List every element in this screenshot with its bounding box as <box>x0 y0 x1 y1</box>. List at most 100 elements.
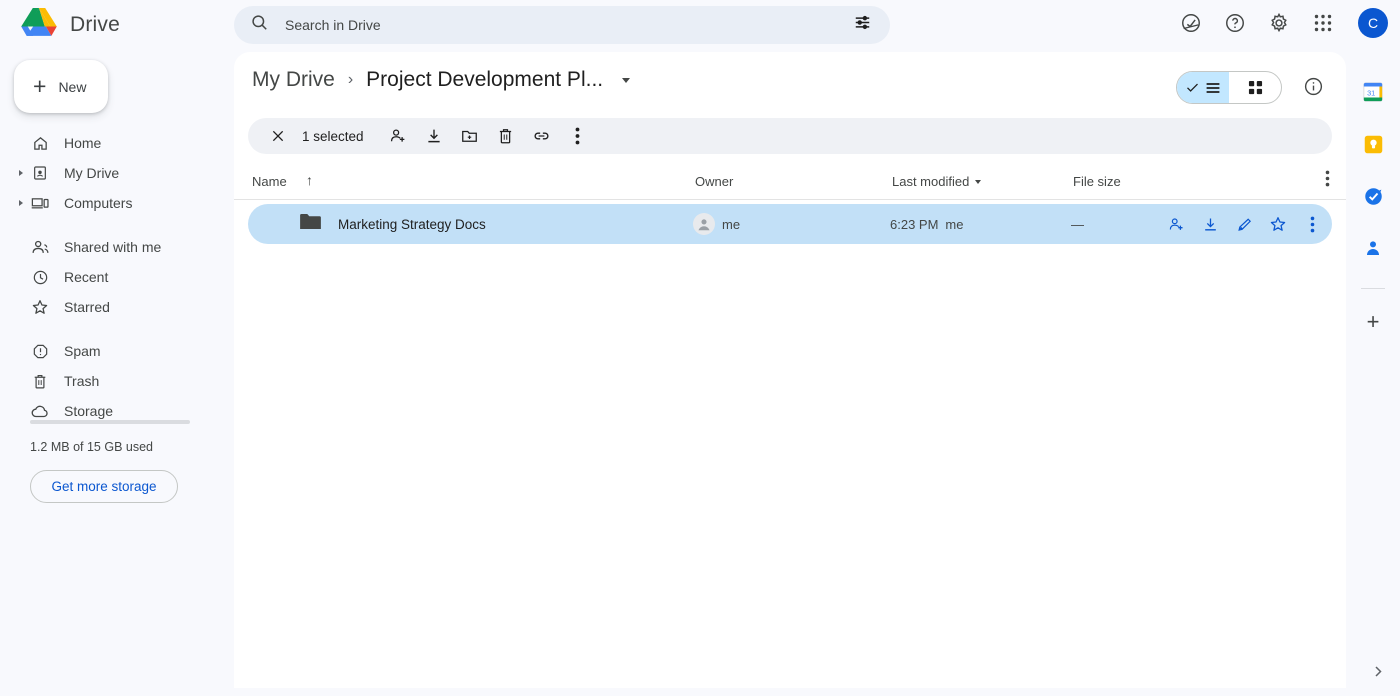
sidebar-item-label: Computers <box>64 195 132 211</box>
download-icon[interactable] <box>1198 212 1222 236</box>
sort-descending-icon <box>975 180 981 184</box>
people-icon <box>30 237 50 257</box>
close-icon[interactable] <box>260 118 296 154</box>
owner-avatar <box>693 213 715 235</box>
chevron-right-icon[interactable] <box>1373 664 1384 682</box>
plus-icon: + <box>33 75 46 98</box>
list-lines-icon <box>1205 81 1221 95</box>
brand-name: Drive <box>70 13 120 37</box>
more-options-icon[interactable] <box>560 118 596 154</box>
breadcrumb-separator: › <box>348 71 353 89</box>
google-keep-icon[interactable] <box>1361 132 1385 156</box>
sidebar-item-computers[interactable]: Computers <box>0 188 218 218</box>
google-tasks-icon[interactable] <box>1361 184 1385 208</box>
sidebar-item-starred[interactable]: Starred <box>0 292 218 322</box>
new-button-label: New <box>58 79 86 95</box>
sidebar-item-trash[interactable]: Trash <box>0 366 218 396</box>
star-icon <box>30 297 50 317</box>
drive-logo-icon <box>20 8 58 42</box>
sidebar-item-my-drive[interactable]: My Drive <box>0 158 218 188</box>
right-side-panel: 31 + <box>1346 52 1400 696</box>
nav-spacer <box>0 322 218 336</box>
edit-pencil-icon[interactable] <box>1232 212 1256 236</box>
share-add-person-icon[interactable] <box>1164 212 1188 236</box>
sidebar-item-spam[interactable]: Spam <box>0 336 218 366</box>
cloud-icon <box>30 401 50 421</box>
nav-spacer <box>0 218 218 232</box>
storage-section: 1.2 MB of 15 GB used Get more storage <box>30 420 195 503</box>
selection-count: 1 selected <box>302 129 364 144</box>
add-app-button[interactable]: + <box>1367 311 1380 333</box>
rail-divider <box>1361 288 1385 289</box>
info-icon[interactable] <box>1303 76 1324 102</box>
view-toggle <box>1176 71 1282 104</box>
clock-icon <box>30 267 50 287</box>
spam-icon <box>30 341 50 361</box>
content-panel: My Drive › Project Development Pl... <box>234 52 1346 688</box>
breadcrumb-current[interactable]: Project Development Pl... <box>366 68 603 92</box>
get-more-storage-button[interactable]: Get more storage <box>30 470 178 503</box>
sidebar-item-label: Shared with me <box>64 239 161 255</box>
breadcrumb: My Drive › Project Development Pl... <box>252 68 630 92</box>
new-button[interactable]: + New <box>14 60 108 113</box>
sidebar-item-label: My Drive <box>64 165 119 181</box>
computers-icon <box>30 193 50 213</box>
selection-toolbar: 1 selected <box>248 118 1332 154</box>
sidebar-item-label: Trash <box>64 373 99 389</box>
column-header-name[interactable]: Name <box>252 174 287 189</box>
drive-app: Drive + New Home <box>0 0 1400 696</box>
move-to-folder-icon[interactable] <box>452 118 488 154</box>
chevron-down-icon[interactable] <box>622 78 630 83</box>
sidebar-item-label: Home <box>64 135 101 151</box>
search-icon <box>250 13 269 37</box>
svg-text:31: 31 <box>1367 89 1375 98</box>
modified-by: me <box>945 217 963 232</box>
sidebar-nav: Home My Drive <box>0 128 218 426</box>
grid-view-button[interactable] <box>1229 72 1281 103</box>
home-icon <box>30 133 50 153</box>
google-calendar-icon[interactable]: 31 <box>1361 80 1385 104</box>
settings-gear-icon[interactable] <box>1266 10 1292 36</box>
sidebar-item-recent[interactable]: Recent <box>0 262 218 292</box>
list-view-button[interactable] <box>1177 72 1229 103</box>
star-icon[interactable] <box>1266 212 1290 236</box>
search-bar[interactable] <box>234 6 890 44</box>
sidebar: Drive + New Home <box>0 0 232 696</box>
sidebar-item-label: Spam <box>64 343 101 359</box>
sidebar-item-label: Starred <box>64 299 110 315</box>
owner-name: me <box>722 217 740 232</box>
sidebar-item-home[interactable]: Home <box>0 128 218 158</box>
column-header-owner[interactable]: Owner <box>695 174 733 189</box>
expand-caret-icon[interactable] <box>19 170 23 176</box>
trash-icon <box>30 371 50 391</box>
column-header-last-modified[interactable]: Last modified <box>892 174 981 189</box>
file-size: — <box>1071 217 1084 232</box>
google-contacts-icon[interactable] <box>1361 236 1385 260</box>
column-header-file-size[interactable]: File size <box>1073 174 1121 189</box>
download-icon[interactable] <box>416 118 452 154</box>
get-link-icon[interactable] <box>524 118 560 154</box>
tune-icon[interactable] <box>853 13 872 37</box>
last-modified-cell: 6:23 PMme <box>890 217 963 232</box>
sidebar-item-label: Recent <box>64 269 108 285</box>
sidebar-item-shared-with-me[interactable]: Shared with me <box>0 232 218 262</box>
row-actions <box>1164 212 1324 236</box>
table-row[interactable]: Marketing Strategy Docs me 6:23 PMme — <box>248 204 1332 244</box>
search-input[interactable] <box>285 17 853 33</box>
more-options-icon[interactable] <box>1300 212 1324 236</box>
share-add-person-icon[interactable] <box>380 118 416 154</box>
folder-icon <box>300 213 321 235</box>
help-icon[interactable] <box>1222 10 1248 36</box>
trash-icon[interactable] <box>488 118 524 154</box>
apps-grid-icon[interactable] <box>1310 10 1336 36</box>
pending-icon[interactable] <box>1178 10 1204 36</box>
sort-ascending-icon[interactable]: ↑ <box>306 172 313 188</box>
storage-used-text: 1.2 MB of 15 GB used <box>30 440 195 454</box>
brand[interactable]: Drive <box>20 8 120 42</box>
breadcrumb-root[interactable]: My Drive <box>252 68 335 92</box>
grid-squares-icon <box>1248 80 1263 95</box>
table-options-icon[interactable] <box>1325 170 1330 190</box>
my-drive-icon <box>30 163 50 183</box>
expand-caret-icon[interactable] <box>19 200 23 206</box>
avatar[interactable]: C <box>1358 8 1388 38</box>
